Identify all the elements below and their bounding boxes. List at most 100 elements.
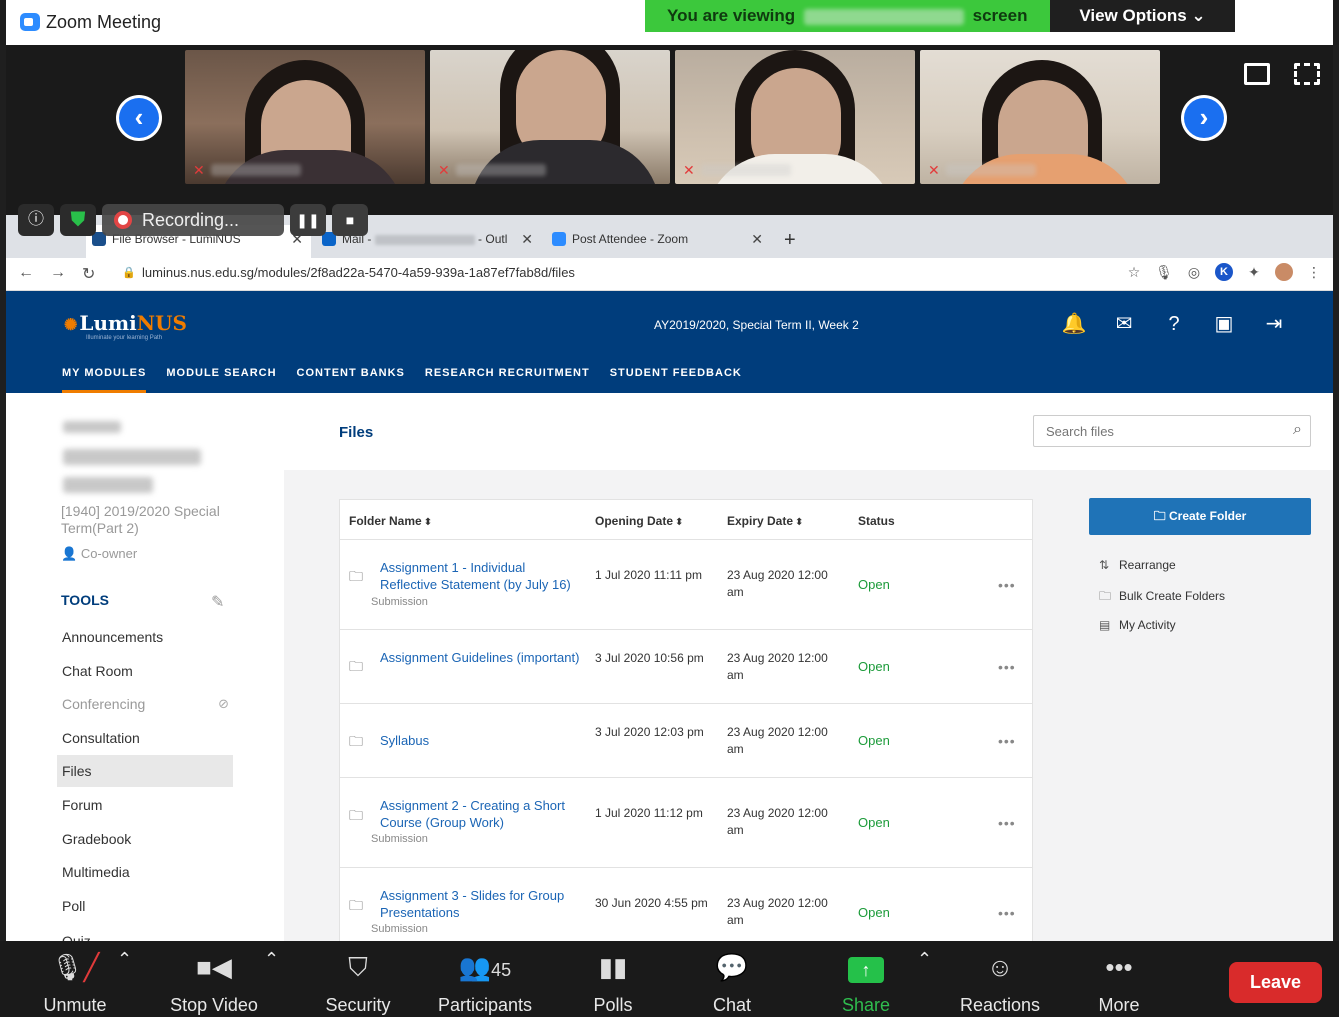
unmute-button[interactable]: 🎙╱ Unmute xyxy=(40,949,110,1016)
folder-link[interactable]: Assignment 1 - Individual Reflective Sta… xyxy=(380,559,580,593)
bulk-create-folders-action[interactable]: 🗀 Bulk Create Folders xyxy=(1099,587,1225,608)
camera-icon[interactable]: ▣ xyxy=(1211,311,1237,337)
new-tab-button[interactable]: + xyxy=(784,229,796,252)
more-options-icon[interactable]: ••• xyxy=(998,577,1016,593)
logout-icon[interactable]: ⇥ xyxy=(1261,311,1287,337)
my-activity-action[interactable]: ▤ My Activity xyxy=(1099,618,1176,632)
extension-chat-icon[interactable]: ◎ xyxy=(1185,263,1203,281)
gallery-prev-button[interactable]: ‹ xyxy=(116,95,162,141)
nav-research-recruitment[interactable]: RESEARCH RECRUITMENT xyxy=(425,367,590,393)
module-sidebar: [1940] 2019/2020 Special Term(Part 2) 👤 … xyxy=(6,393,284,941)
hidden-eye-icon[interactable]: ⊘ xyxy=(218,688,229,720)
url-field[interactable]: luminus.nus.edu.sg/modules/2f8ad22a-5470… xyxy=(142,265,575,280)
video-tile[interactable]: ✕ xyxy=(185,50,425,184)
security-shield-icon[interactable]: ⛊ xyxy=(60,204,96,236)
share-options-caret[interactable]: ⌃ xyxy=(917,949,932,970)
search-input[interactable] xyxy=(1034,416,1264,446)
security-button[interactable]: ⛉ Security xyxy=(320,949,396,1016)
table-row[interactable]: 🗀 Assignment Guidelines (important) 3 Ju… xyxy=(340,630,1032,704)
bell-icon[interactable]: 🔔 xyxy=(1061,311,1087,337)
audio-options-caret[interactable]: ⌃ xyxy=(117,949,132,970)
gallery-view-controls xyxy=(1244,63,1320,85)
reactions-button[interactable]: ☺ Reactions xyxy=(958,949,1042,1016)
nav-student-feedback[interactable]: STUDENT FEEDBACK xyxy=(610,367,742,393)
table-row[interactable]: 🗀 Syllabus 3 Jul 2020 12:03 pm 23 Aug 20… xyxy=(340,704,1032,778)
profile-avatar[interactable] xyxy=(1275,263,1293,281)
create-folder-button[interactable]: 🗀 Create Folder xyxy=(1089,498,1311,535)
folder-link[interactable]: Assignment Guidelines (important) xyxy=(380,649,580,666)
video-tile[interactable]: ✕ xyxy=(920,50,1160,184)
leave-button[interactable]: Leave xyxy=(1229,962,1322,1003)
folder-link[interactable]: Syllabus xyxy=(380,732,580,749)
recording-icon xyxy=(114,211,132,229)
more-options-icon[interactable]: ••• xyxy=(998,815,1016,831)
mail-icon[interactable]: ✉ xyxy=(1111,311,1137,337)
search-icon[interactable]: ⌕ xyxy=(1293,421,1302,439)
star-icon[interactable]: ☆ xyxy=(1125,263,1143,281)
tool-chat-room[interactable]: Chat Room xyxy=(57,655,233,687)
tool-conferencing[interactable]: Conferencing ⊘ xyxy=(57,688,233,720)
table-row[interactable]: 🗀 Assignment 1 - Individual Reflective S… xyxy=(340,540,1032,630)
back-icon[interactable]: ← xyxy=(18,264,34,282)
layout-toggle-icon[interactable] xyxy=(1244,63,1270,85)
table-header: Folder Name ⬍ Opening Date ⬍ Expiry Date ⬍ … xyxy=(340,500,1032,540)
tile-label: ✕ xyxy=(438,160,546,180)
tool-quiz[interactable]: Quiz xyxy=(57,925,233,941)
col-opening-date[interactable]: Opening Date ⬍ xyxy=(595,514,683,528)
luminus-logo[interactable]: ✺ LumiNUS Illuminate your learning Path xyxy=(64,311,187,341)
tool-gradebook[interactable]: Gradebook xyxy=(57,823,233,855)
tool-poll[interactable]: Poll xyxy=(57,890,233,922)
help-icon[interactable]: ? xyxy=(1161,311,1187,337)
tool-consultation[interactable]: Consultation xyxy=(57,722,233,754)
close-icon[interactable]: ✕ xyxy=(751,225,763,253)
gallery-next-button[interactable]: › xyxy=(1181,95,1227,141)
opening-date: 1 Jul 2020 11:11 pm xyxy=(595,568,702,582)
pause-recording-button[interactable]: ❚❚ xyxy=(290,204,326,236)
table-row[interactable]: 🗀 Assignment 3 - Slides for Group Presen… xyxy=(340,868,1032,941)
close-icon[interactable]: ✕ xyxy=(521,225,533,253)
puzzle-icon[interactable]: ✦ xyxy=(1245,263,1263,281)
expiry-date: 23 Aug 2020 12:00 am xyxy=(727,568,828,599)
pencil-icon[interactable]: ✎ xyxy=(211,592,224,612)
kebab-menu-icon[interactable]: ⋮ xyxy=(1305,263,1323,281)
tool-announcements[interactable]: Announcements xyxy=(57,621,233,653)
rearrange-action[interactable]: ⇅ Rearrange xyxy=(1099,558,1176,572)
chevron-left-icon: ‹ xyxy=(119,98,159,138)
opening-date: 1 Jul 2020 11:12 pm xyxy=(595,806,703,820)
microphone-icon[interactable]: 🎙 xyxy=(1155,263,1173,281)
more-button[interactable]: ••• More xyxy=(1096,949,1142,1016)
folder-link[interactable]: Assignment 2 - Creating a Short Course (… xyxy=(380,797,580,831)
more-options-icon[interactable]: ••• xyxy=(998,905,1016,921)
more-options-icon[interactable]: ••• xyxy=(998,659,1016,675)
more-options-icon[interactable]: ••• xyxy=(998,733,1016,749)
banner-suffix: screen xyxy=(972,6,1028,25)
chat-button[interactable]: 💬 Chat xyxy=(710,949,754,1016)
video-options-caret[interactable]: ⌃ xyxy=(264,949,279,970)
nav-module-search[interactable]: MODULE SEARCH xyxy=(166,367,276,393)
tool-files[interactable]: Files xyxy=(57,755,233,787)
polls-button[interactable]: ▮▮ Polls xyxy=(588,949,638,1016)
nav-content-banks[interactable]: CONTENT BANKS xyxy=(297,367,405,393)
table-row[interactable]: 🗀 Assignment 2 - Creating a Short Course… xyxy=(340,778,1032,868)
redacted-module-name xyxy=(63,477,153,493)
col-expiry-date[interactable]: Expiry Date ⬍ xyxy=(727,514,803,528)
browser-toolbar-icons: ☆ 🎙 ◎ K ✦ ⋮ xyxy=(1125,263,1323,281)
video-tile[interactable]: ✕ xyxy=(430,50,670,184)
participants-button[interactable]: 👥45 Participants xyxy=(435,949,535,1016)
view-options-button[interactable]: View Options ⌄ xyxy=(1050,0,1235,32)
folder-link[interactable]: Assignment 3 - Slides for Group Presenta… xyxy=(380,887,580,921)
col-folder-name[interactable]: Folder Name ⬍ xyxy=(349,514,432,528)
fullscreen-icon[interactable] xyxy=(1294,63,1320,85)
forward-icon[interactable]: → xyxy=(50,264,66,282)
reload-icon[interactable]: ↻ xyxy=(82,264,95,284)
stop-recording-button[interactable]: ■ xyxy=(332,204,368,236)
info-icon[interactable]: ⓘ xyxy=(18,204,54,236)
stop-video-button[interactable]: ■◀ Stop Video xyxy=(166,949,262,1016)
extension-k-icon[interactable]: K xyxy=(1215,263,1233,281)
tool-forum[interactable]: Forum xyxy=(57,789,233,821)
video-tile[interactable]: ✕ xyxy=(675,50,915,184)
nav-my-modules[interactable]: MY MODULES xyxy=(62,367,147,393)
share-screen-button[interactable]: ↑ Share Screen xyxy=(811,949,921,1017)
tab-post-attendee[interactable]: Post Attendee - Zoom ✕ xyxy=(546,225,771,258)
tool-multimedia[interactable]: Multimedia xyxy=(57,856,233,888)
